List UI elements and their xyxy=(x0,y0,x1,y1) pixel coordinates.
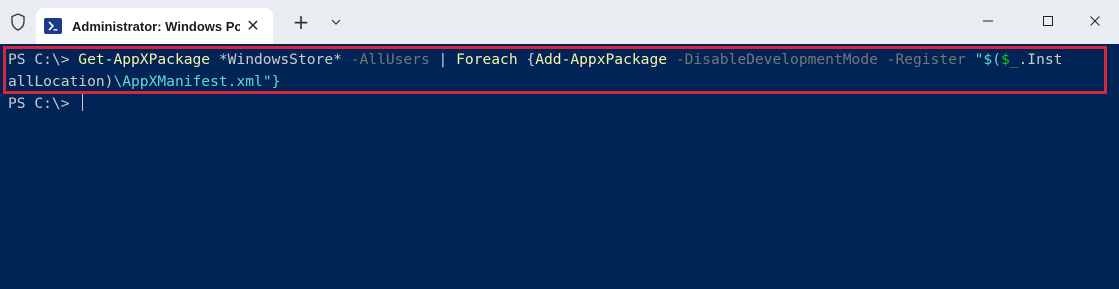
title-bar: Administrator: Windows Powe ✕ + xyxy=(0,0,1119,44)
close-tab-icon[interactable]: ✕ xyxy=(242,15,264,37)
close-icon[interactable] xyxy=(1072,8,1118,34)
parameter-disabledevelopmentmode: -DisableDevelopmentMode xyxy=(675,51,878,68)
command-line-1: PS C:\> Get-AppXPackage *WindowsStore* -… xyxy=(8,49,1062,71)
string-open: "$( xyxy=(974,51,1001,68)
prompt-line: PS C:\> xyxy=(8,93,84,115)
string-close: "} xyxy=(262,73,281,90)
command-line-2: allLocation)\AppXManifest.xml"} xyxy=(8,71,280,93)
powershell-icon xyxy=(44,18,62,34)
variable-underscore: $_ xyxy=(1000,51,1019,68)
manifest-path: \AppXManifest.xml xyxy=(113,73,263,90)
argument: *WindowsStore* xyxy=(210,51,351,68)
cmdlet-foreach: Foreach xyxy=(456,51,518,68)
tab-powershell[interactable]: Administrator: Windows Powe ✕ xyxy=(36,8,273,44)
prompt: PS C:\> xyxy=(8,95,79,112)
parameter-register: -Register xyxy=(886,51,966,68)
cmdlet-add-appxpackage: Add-AppxPackage xyxy=(535,51,668,68)
terminal-window: Administrator: Windows Powe ✕ + PS C:\> … xyxy=(0,0,1119,289)
chevron-down-icon[interactable] xyxy=(326,12,346,32)
property-wrap: allLocation) xyxy=(8,73,114,90)
prompt: PS C:\> xyxy=(8,51,79,68)
text-cursor xyxy=(82,94,84,111)
parameter-allusers: -AllUsers xyxy=(350,51,430,68)
tab-title: Administrator: Windows Powe xyxy=(72,18,240,34)
pipe: | xyxy=(429,51,457,68)
maximize-icon[interactable] xyxy=(1025,8,1071,34)
minimize-icon[interactable] xyxy=(965,8,1011,34)
cmdlet-get-appxpackage: Get-AppXPackage xyxy=(78,51,211,68)
property-fragment: .Inst xyxy=(1018,51,1063,68)
open-brace: { xyxy=(517,51,536,68)
new-tab-button[interactable]: + xyxy=(290,10,312,34)
terminal-output[interactable]: PS C:\> Get-AppXPackage *WindowsStore* -… xyxy=(0,44,1119,289)
shield-icon xyxy=(8,12,28,32)
